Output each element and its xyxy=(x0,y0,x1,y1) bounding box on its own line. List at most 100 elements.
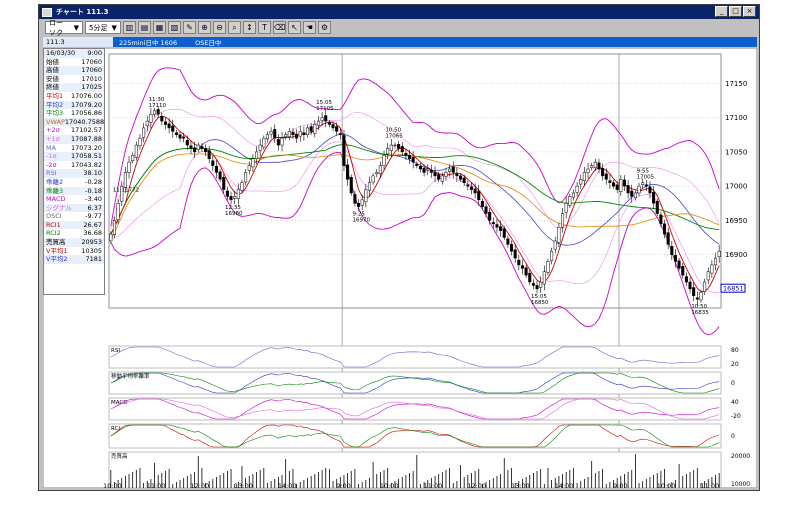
data-row-value: 17102.57 xyxy=(70,126,102,135)
candle xyxy=(167,123,171,129)
zoom-out-icon[interactable]: ⊖ xyxy=(213,21,226,34)
candle xyxy=(360,199,364,206)
time-tick-label: 9:00 xyxy=(613,482,628,488)
candle xyxy=(327,122,331,125)
text-icon[interactable]: T xyxy=(258,21,271,34)
indicator-panel-frame xyxy=(108,423,722,449)
hand-icon[interactable]: ☚ xyxy=(303,21,316,34)
candle xyxy=(335,126,339,132)
data-row-label: +2σ xyxy=(46,126,60,135)
data-row-label: RCI1 xyxy=(46,220,61,229)
candle-icon[interactable]: ▤ xyxy=(138,21,151,34)
candle xyxy=(510,244,514,252)
candle xyxy=(331,124,335,129)
candle xyxy=(389,144,393,151)
candle xyxy=(280,137,284,146)
data-row-value: 20953 xyxy=(81,238,102,247)
price-tick-label: 17000 xyxy=(725,183,747,191)
cursor-icon[interactable]: ↖ xyxy=(288,21,301,34)
search-icon[interactable]: ⌕ xyxy=(228,21,241,34)
candle xyxy=(357,203,361,207)
time-tick-label: 10:00 xyxy=(657,482,676,488)
data-row-value: 17060 xyxy=(81,66,102,75)
zoom-in-icon[interactable]: ⊕ xyxy=(198,21,211,34)
candle xyxy=(229,196,233,201)
candle xyxy=(437,174,441,180)
candle xyxy=(422,168,426,173)
candle xyxy=(349,176,353,194)
line-chart-icon[interactable]: ▦ xyxy=(153,21,166,34)
bar-chart-icon[interactable]: ▥ xyxy=(123,21,136,34)
window-title: チャート 111.3 xyxy=(56,8,109,16)
candle xyxy=(619,179,623,192)
data-panel: 16/03/30 9:00 始値 17060 高値 17060 安値 17010 終値 17025… xyxy=(43,48,105,295)
interval-select[interactable]: 5分足 ▼ xyxy=(85,21,121,34)
data-row: 平均3 17056.86 xyxy=(44,109,104,118)
candle xyxy=(338,133,342,136)
compare-icon[interactable]: ▧ xyxy=(168,21,181,34)
symbol-code[interactable]: 111.3 xyxy=(43,37,113,47)
data-row-value: -9.77 xyxy=(85,212,102,221)
price-annotation: 17065 xyxy=(385,134,403,140)
candle xyxy=(626,185,630,194)
data-row-label: 平均3 xyxy=(46,109,64,118)
indicator-panel-frame xyxy=(108,345,722,369)
data-row-value: 36.68 xyxy=(83,229,102,238)
candle xyxy=(367,182,371,191)
chart-area[interactable]: 17150 17100 17050 17000 16950 16900 11:30 17110… xyxy=(42,47,758,490)
candle xyxy=(411,157,415,163)
candle xyxy=(593,161,597,168)
toolbar: ローソク ▼ 5分足 ▼ ▥ ▤ ▦ ▧ ✎ ⊕ ⊖ ⌕ ↕ T ⌫ ↖ ☚ ⚙ xyxy=(39,19,759,37)
data-row: V平均2 7181 xyxy=(44,255,104,264)
chart-type-select[interactable]: ローソク ▼ xyxy=(45,19,83,37)
candle xyxy=(612,182,616,187)
data-row: 乖離2 -0.28 xyxy=(44,178,104,187)
candle xyxy=(670,246,674,255)
candle xyxy=(273,129,277,139)
candle xyxy=(677,260,681,269)
title-bar[interactable]: チャート 111.3 _ □ × xyxy=(39,5,759,19)
candle xyxy=(717,250,721,257)
candle xyxy=(622,179,626,187)
maximize-button[interactable]: □ xyxy=(729,6,742,17)
candle xyxy=(550,250,554,262)
candle xyxy=(418,166,422,170)
data-row-label: -2σ xyxy=(46,160,57,169)
data-row: MA 17073.20 xyxy=(44,144,104,153)
time-tick-label: 10:00 xyxy=(103,482,122,488)
price-chart[interactable]: 17150171001705017000169501690011:3017110… xyxy=(42,47,758,490)
candle xyxy=(513,249,517,259)
candle xyxy=(597,162,601,170)
candle xyxy=(342,135,346,166)
product-name: 225mini日中 1606 xyxy=(119,39,178,47)
candle xyxy=(491,222,495,225)
data-row: OSCI -9.77 xyxy=(44,212,104,221)
data-row-label: 終値 xyxy=(46,83,59,92)
candle xyxy=(375,172,379,175)
candle xyxy=(163,121,167,125)
price-tick-label: 16950 xyxy=(725,217,747,225)
candle xyxy=(123,172,127,188)
pencil-icon[interactable]: ✎ xyxy=(183,21,196,34)
ruler-icon[interactable]: ↕ xyxy=(243,21,256,34)
candle xyxy=(265,134,269,140)
candle xyxy=(681,266,685,276)
data-row-label: 高値 xyxy=(46,66,59,75)
eraser-icon[interactable]: ⌫ xyxy=(273,21,286,34)
price-tick-label: 17150 xyxy=(725,80,747,88)
candle xyxy=(207,150,211,159)
candle xyxy=(138,137,142,146)
indicator-tick-label: 0 xyxy=(731,380,735,387)
settings-icon[interactable]: ⚙ xyxy=(318,21,331,34)
candle xyxy=(499,226,503,231)
candle xyxy=(160,116,164,122)
candle xyxy=(673,255,677,262)
indicator-panel-frame xyxy=(108,397,722,421)
indicator-tick-label: 80 xyxy=(731,347,739,354)
close-button[interactable]: × xyxy=(743,6,756,17)
candle xyxy=(262,137,266,148)
minimize-button[interactable]: _ xyxy=(715,6,728,17)
candle xyxy=(225,190,229,197)
indicator-tick-label: -20 xyxy=(731,413,741,420)
candle xyxy=(233,196,237,199)
